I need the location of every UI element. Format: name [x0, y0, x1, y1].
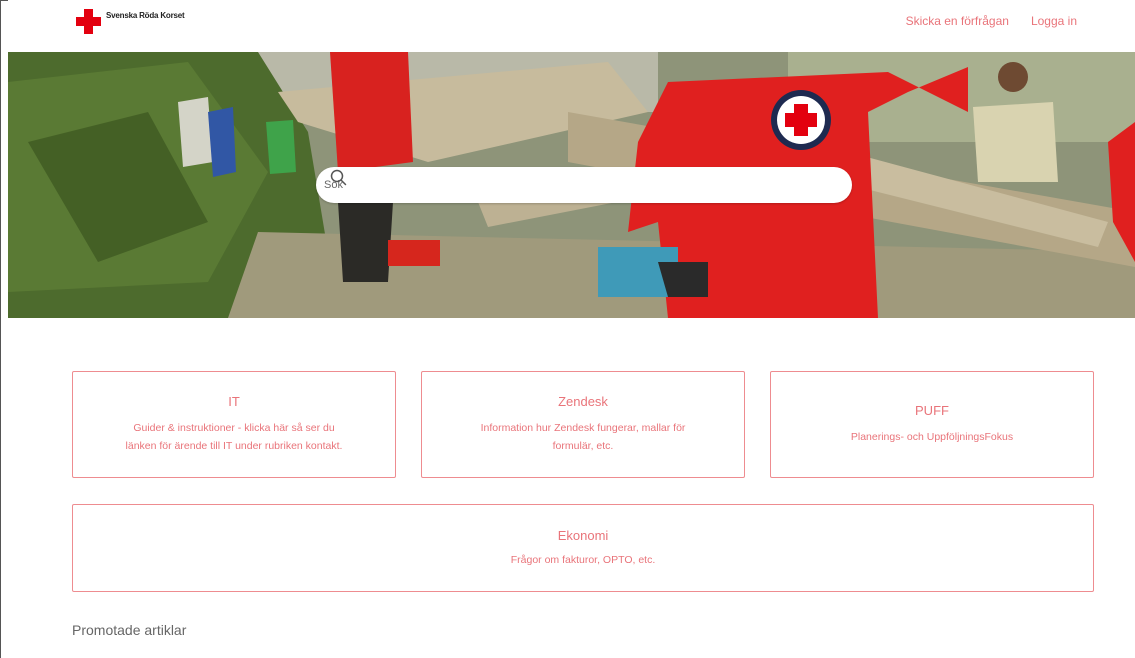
category-desc-line: formulär, etc. [552, 440, 614, 452]
category-desc-line: Planerings- och UppföljningsFokus [850, 431, 1014, 443]
search-input[interactable] [322, 178, 806, 192]
logo-text: Svenska Röda Korset [106, 11, 185, 20]
sign-in-link[interactable]: Logga in [1031, 14, 1077, 28]
category-title: Ekonomi [557, 528, 609, 543]
submit-request-link[interactable]: Skicka en förfrågan [906, 14, 1009, 28]
category-title: PUFF [915, 403, 949, 418]
category-card-puff[interactable]: PUFF Planerings- och UppföljningsFokus [770, 371, 1094, 478]
search-bar[interactable] [316, 167, 852, 203]
top-nav: Skicka en förfrågan Logga in [906, 14, 1077, 28]
category-desc-line: Frågor om fakturor, OPTO, etc. [510, 554, 656, 566]
category-card-it[interactable]: IT Guider & instruktioner - klicka här s… [72, 371, 396, 478]
category-title: Zendesk [558, 394, 608, 409]
search-icon [330, 169, 347, 186]
category-desc-line: Guider & instruktioner - klicka här så s… [133, 422, 335, 434]
hero-banner [8, 52, 1135, 318]
category-card-zendesk[interactable]: Zendesk Information hur Zendesk fungerar… [421, 371, 745, 478]
category-desc-line: Information hur Zendesk fungerar, mallar… [480, 422, 686, 434]
promoted-articles-heading: Promotade artiklar [72, 622, 187, 638]
category-title: IT [228, 394, 240, 409]
category-card-ekonomi[interactable]: Ekonomi Frågor om fakturor, OPTO, etc. [72, 504, 1094, 592]
category-desc-line: länken för ärende till IT under rubriken… [125, 440, 343, 452]
red-cross-icon [76, 9, 101, 34]
header: Svenska Röda Korset Skicka en förfrågan … [8, 0, 1135, 52]
logo[interactable]: Svenska Röda Korset [76, 9, 185, 34]
